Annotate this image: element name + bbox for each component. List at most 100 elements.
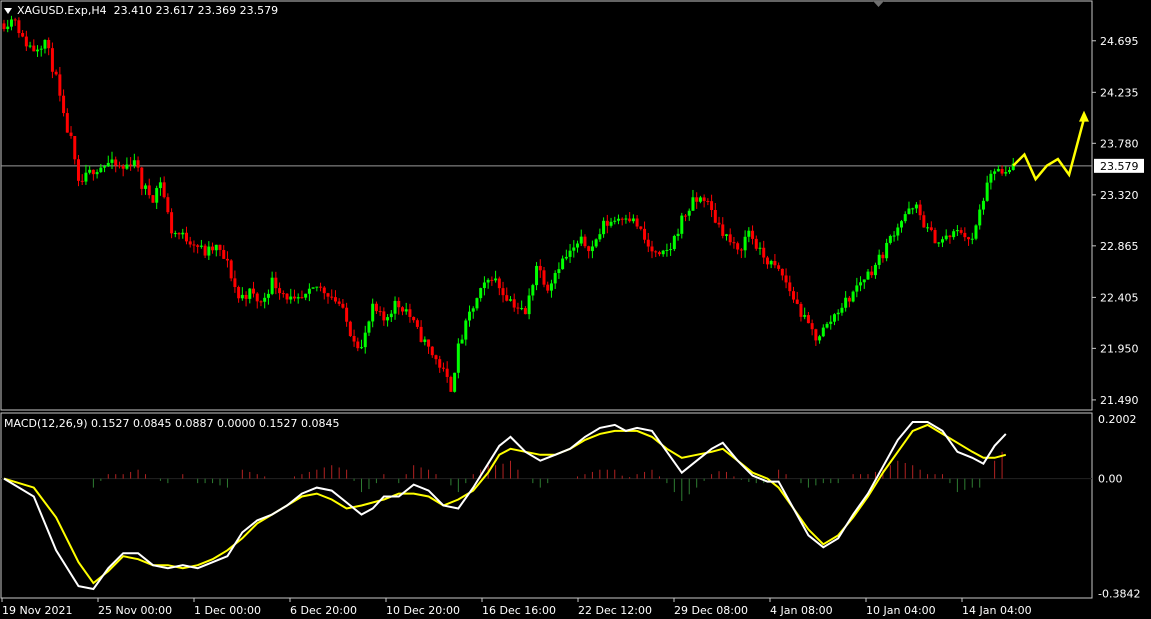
candle-body <box>434 355 438 360</box>
candle-body <box>158 182 162 189</box>
candle-body <box>572 247 576 251</box>
candle-body <box>438 359 442 368</box>
candle-body <box>918 204 922 216</box>
candle-body <box>95 172 99 175</box>
candle-body <box>36 49 40 52</box>
candle-body <box>292 296 296 299</box>
candle-body <box>721 224 725 236</box>
candle-body <box>117 165 121 167</box>
candle-body <box>523 308 527 315</box>
candle-body <box>441 367 445 369</box>
candle-body <box>896 227 900 236</box>
candle-body <box>408 309 412 317</box>
candle-body <box>419 326 423 342</box>
price-tick-label: 23.320 <box>1100 189 1139 202</box>
candle-body <box>944 235 948 240</box>
candle-body <box>747 230 751 237</box>
candle-body <box>981 200 985 210</box>
candle-body <box>907 208 911 215</box>
price-tick-label: 21.490 <box>1100 394 1139 407</box>
candle-body <box>415 320 419 327</box>
candle-body <box>252 288 256 294</box>
candle-body <box>270 277 274 294</box>
macd-panel-border <box>0 412 1093 599</box>
candle-body <box>28 45 32 47</box>
time-tick-label: 4 Jan 08:00 <box>770 604 833 617</box>
candle-body <box>724 234 728 236</box>
candle-body <box>468 311 472 321</box>
candle-body <box>646 239 650 247</box>
candle-body <box>620 218 624 220</box>
candle-body <box>225 258 229 261</box>
candle-body <box>50 48 54 72</box>
candle-body <box>900 221 904 228</box>
candle-body <box>32 45 36 52</box>
candle-body <box>609 221 613 226</box>
candle-body <box>587 246 591 252</box>
candle-body <box>508 299 512 301</box>
candle-body <box>743 236 747 251</box>
candle-body <box>795 299 799 304</box>
candle-body <box>54 71 58 75</box>
candle-body <box>84 172 88 182</box>
trading-chart[interactable]: 24.695 24.235 23.780 23.320 22.865 22.405 21.9… <box>0 0 1151 619</box>
price-tick-label: 24.695 <box>1100 35 1139 48</box>
candle-body <box>285 293 289 300</box>
candle-body <box>739 249 743 251</box>
candle-body <box>676 233 680 237</box>
candle-body <box>531 285 535 296</box>
candle-body <box>47 39 51 49</box>
candle-body <box>922 215 926 228</box>
candle-body <box>80 180 84 182</box>
candle-body <box>345 307 349 322</box>
candle-body <box>579 236 583 244</box>
candle-body <box>307 288 311 294</box>
candle-body <box>6 26 10 30</box>
candle-body <box>188 241 192 245</box>
candle-body <box>963 232 967 238</box>
candle-body <box>427 339 431 347</box>
macd-tick-label: 0.2002 <box>1098 413 1137 426</box>
candle-body <box>989 173 993 183</box>
candle-body <box>240 294 244 299</box>
candle-body <box>825 323 829 328</box>
candle-body <box>1000 168 1004 174</box>
candle-body <box>765 257 769 265</box>
candle-body <box>319 286 323 288</box>
candle-body <box>88 169 92 173</box>
time-tick-label: 16 Dec 16:00 <box>482 604 556 617</box>
macd-main-line <box>3 421 1007 591</box>
price-tick-label: 24.235 <box>1100 86 1139 99</box>
candle-body <box>281 293 285 295</box>
candle-body <box>695 197 699 202</box>
candle-body <box>315 286 319 288</box>
candle-body <box>371 303 375 322</box>
candle-body <box>494 278 498 281</box>
candle-body <box>810 323 814 330</box>
candle-body <box>728 234 732 243</box>
candle-body <box>136 160 140 168</box>
price-tick-label: 22.405 <box>1100 291 1139 304</box>
candle-body <box>114 159 118 166</box>
candle-body <box>304 293 308 298</box>
candle-body <box>412 316 416 321</box>
candle-body <box>706 200 710 202</box>
candle-body <box>888 235 892 243</box>
candle-body <box>929 227 933 231</box>
candle-body <box>330 296 334 298</box>
candle-body <box>877 254 881 265</box>
candle-body <box>486 279 490 283</box>
candle-body <box>106 162 110 167</box>
candle-body <box>814 329 818 341</box>
candle-body <box>803 315 807 317</box>
candle-body <box>184 232 188 242</box>
candle-body <box>881 254 885 259</box>
candle-body <box>296 297 300 299</box>
time-tick-label: 22 Dec 12:00 <box>578 604 652 617</box>
candle-body <box>836 312 840 315</box>
candle-body <box>43 39 47 49</box>
candle-body <box>847 297 851 302</box>
candle-body <box>181 232 185 235</box>
time-tick-label: 25 Nov 00:00 <box>98 604 172 617</box>
candle-body <box>363 332 367 348</box>
